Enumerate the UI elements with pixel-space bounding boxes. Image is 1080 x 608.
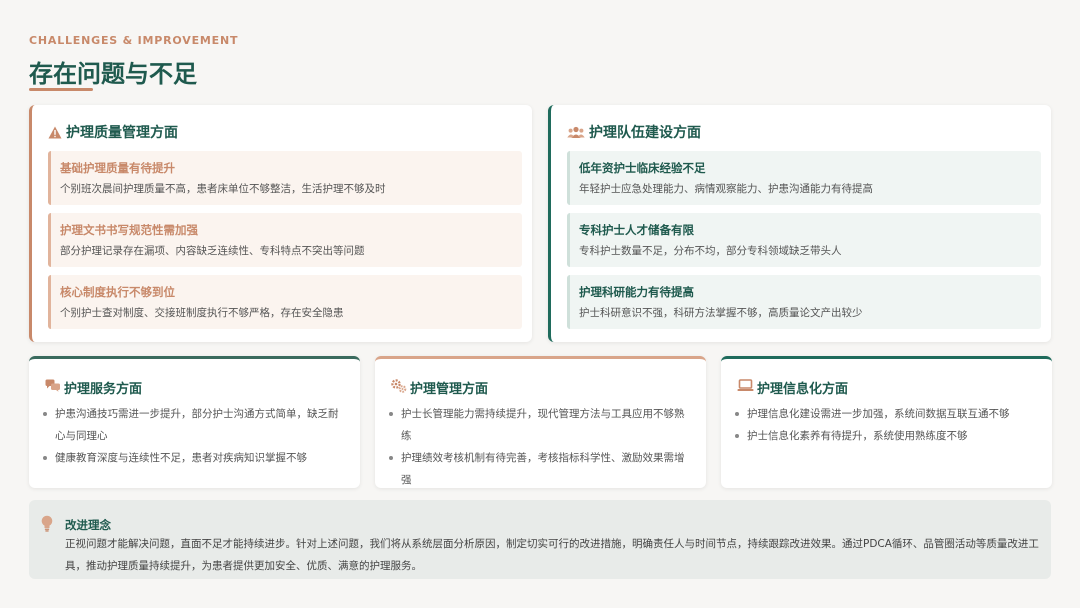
title-underline — [29, 88, 93, 91]
section-subtitle: CHALLENGES & IMPROVEMENT — [29, 34, 239, 47]
it-card-header: 护理信息化方面 — [737, 378, 848, 397]
it-bullet-list: 护理信息化建设需进一步加强，系统间数据互联互通不够 护士信息化素养有待提升，系统… — [735, 403, 1040, 447]
team-card-header: 护理队伍建设方面 — [567, 122, 701, 142]
laptop-icon — [737, 379, 754, 396]
lightbulb-icon — [40, 515, 54, 536]
team-item: 低年资护士临床经验不足 年轻护士应急处理能力、病情观察能力、护患沟通能力有待提高 — [567, 151, 1041, 205]
list-item: 护士信息化素养有待提升，系统使用熟练度不够 — [735, 425, 1040, 447]
team-card-title: 护理队伍建设方面 — [589, 125, 701, 141]
list-item: 护理绩效考核机制有待完善，考核指标科学性、激励效果需增强 — [389, 447, 694, 491]
team-item-title: 专科护士人才储备有限 — [579, 223, 694, 237]
quality-card-title: 护理质量管理方面 — [66, 125, 178, 141]
quality-item-desc: 个别护士查对制度、交接班制度执行不够严格，存在安全隐患 — [60, 307, 344, 319]
quality-item-title: 护理文书书写规范性需加强 — [60, 223, 198, 237]
management-card-title: 护理管理方面 — [410, 382, 489, 397]
chat-icon — [45, 379, 61, 396]
management-bullet-list: 护士长管理能力需持续提升，现代管理方法与工具应用不够熟练 护理绩效考核机制有待完… — [389, 403, 694, 491]
list-item: 护理信息化建设需进一步加强，系统间数据互联互通不够 — [735, 403, 1040, 425]
team-item-title: 低年资护士临床经验不足 — [579, 161, 706, 175]
page-title: 存在问题与不足 — [29, 60, 197, 88]
team-item-title: 护理科研能力有待提高 — [579, 285, 694, 299]
team-item-desc: 年轻护士应急处理能力、病情观察能力、护患沟通能力有待提高 — [579, 183, 873, 195]
service-card-title: 护理服务方面 — [64, 382, 143, 397]
quality-management-card: 护理质量管理方面 基础护理质量有待提升 个别班次晨间护理质量不高，患者床单位不够… — [29, 105, 532, 342]
quality-item-title: 核心制度执行不够到位 — [60, 285, 175, 299]
improvement-text: 正视问题才能解决问题，直面不足才能持续进步。针对上述问题，我们将从系统层面分析原… — [65, 538, 1039, 572]
team-item: 专科护士人才储备有限 专科护士数量不足，分布不均，部分专科领域缺乏带头人 — [567, 213, 1041, 267]
team-item: 护理科研能力有待提高 护士科研意识不强，科研方法掌握不够，高质量论文产出较少 — [567, 275, 1041, 329]
management-card-header: 护理管理方面 — [391, 378, 488, 397]
nursing-management-card: 护理管理方面 护士长管理能力需持续提升，现代管理方法与工具应用不够熟练 护理绩效… — [375, 356, 706, 488]
quality-item-desc: 个别班次晨间护理质量不高，患者床单位不够整洁，生活护理不够及时 — [60, 183, 386, 195]
it-card-title: 护理信息化方面 — [757, 382, 849, 397]
quality-item: 护理文书书写规范性需加强 部分护理记录存在漏项、内容缺乏连续性、专科特点不突出等… — [48, 213, 522, 267]
improvement-philosophy-box: 改进理念 正视问题才能解决问题，直面不足才能持续进步。针对上述问题，我们将从系统… — [29, 500, 1051, 579]
quality-item-title: 基础护理质量有待提升 — [60, 161, 175, 175]
warning-icon — [48, 126, 62, 139]
team-icon — [567, 126, 585, 139]
quality-item-desc: 部分护理记录存在漏项、内容缺乏连续性、专科特点不突出等问题 — [60, 245, 365, 257]
list-item: 护患沟通技巧需进一步提升，部分护士沟通方式简单，缺乏耐心与同理心 — [43, 403, 348, 447]
service-card-header: 护理服务方面 — [45, 378, 142, 397]
list-item: 护士长管理能力需持续提升，现代管理方法与工具应用不够熟练 — [389, 403, 694, 447]
quality-item: 基础护理质量有待提升 个别班次晨间护理质量不高，患者床单位不够整洁，生活护理不够… — [48, 151, 522, 205]
improvement-title: 改进理念 — [65, 518, 111, 532]
quality-card-header: 护理质量管理方面 — [48, 122, 178, 142]
team-building-card: 护理队伍建设方面 低年资护士临床经验不足 年轻护士应急处理能力、病情观察能力、护… — [548, 105, 1051, 342]
quality-item: 核心制度执行不够到位 个别护士查对制度、交接班制度执行不够严格，存在安全隐患 — [48, 275, 522, 329]
team-item-desc: 专科护士数量不足，分布不均，部分专科领域缺乏带头人 — [579, 245, 842, 257]
list-item: 健康教育深度与连续性不足，患者对疾病知识掌握不够 — [43, 447, 348, 469]
nursing-service-card: 护理服务方面 护患沟通技巧需进一步提升，部分护士沟通方式简单，缺乏耐心与同理心 … — [29, 356, 360, 488]
team-item-desc: 护士科研意识不强，科研方法掌握不够，高质量论文产出较少 — [579, 307, 863, 319]
gears-icon — [391, 378, 407, 397]
service-bullet-list: 护患沟通技巧需进一步提升，部分护士沟通方式简单，缺乏耐心与同理心 健康教育深度与… — [43, 403, 348, 469]
nursing-it-card: 护理信息化方面 护理信息化建设需进一步加强，系统间数据互联互通不够 护士信息化素… — [721, 356, 1052, 488]
